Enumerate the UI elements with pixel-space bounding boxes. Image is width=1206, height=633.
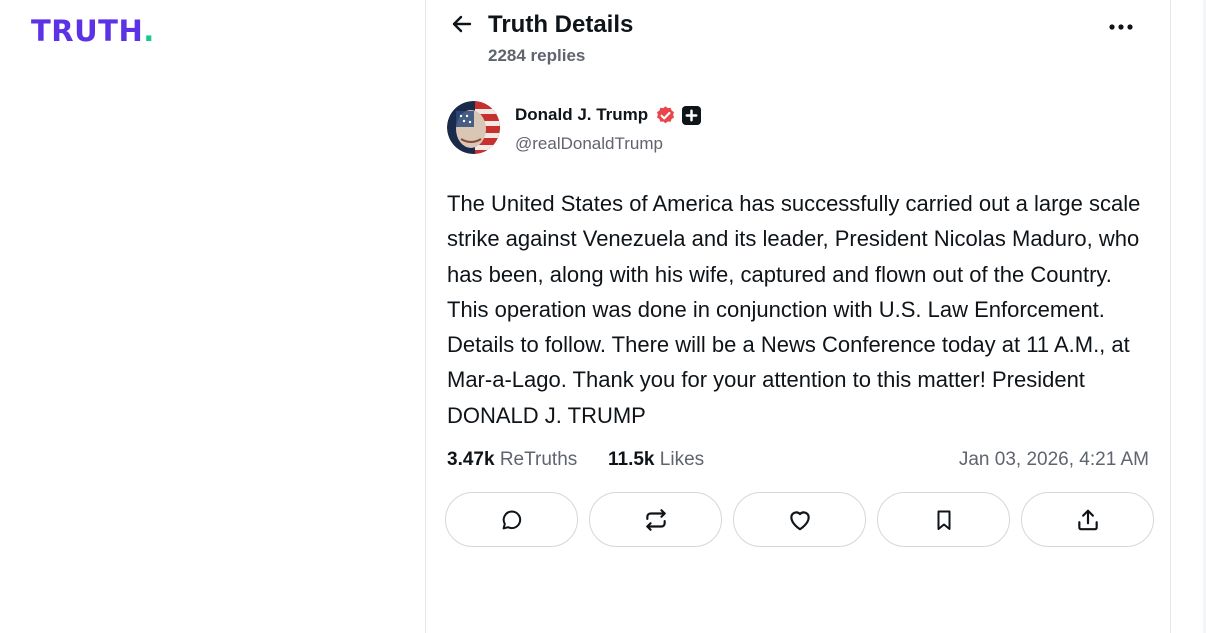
likes-count: 11.5k bbox=[608, 449, 655, 470]
bookmark-icon bbox=[937, 510, 950, 530]
heart-icon bbox=[789, 510, 810, 530]
logo-dot: . bbox=[143, 14, 155, 48]
more-options-button[interactable] bbox=[1104, 10, 1138, 44]
more-horizontal-icon bbox=[1109, 24, 1133, 30]
author-name[interactable]: Donald J. Trump bbox=[515, 104, 702, 126]
arrow-left-icon bbox=[452, 15, 472, 33]
main-column: Truth Details 2284 replies Donald J. Tru… bbox=[425, 0, 1171, 633]
verified-badge-icon bbox=[655, 105, 676, 126]
reply-button[interactable] bbox=[445, 492, 578, 547]
repost-icon bbox=[645, 508, 666, 531]
logo-text: TRUTH bbox=[31, 14, 144, 48]
chat-bubble-icon bbox=[502, 510, 521, 529]
post-timestamp: Jan 03, 2026, 4:21 AM bbox=[958, 449, 1149, 470]
page: TRUTH. Truth Details 2284 replies Donald… bbox=[0, 0, 1206, 633]
like-button[interactable] bbox=[733, 492, 866, 547]
author-name-text: Donald J. Trump bbox=[515, 105, 649, 124]
likes-stat[interactable]: 11.5k Likes bbox=[608, 447, 704, 473]
retruths-label: ReTruths bbox=[499, 449, 578, 470]
post-actions bbox=[445, 492, 1155, 548]
truth-plus-badge-icon bbox=[682, 105, 702, 125]
post-stats: 3.47k ReTruths 11.5k Likes Jan 03, 2026,… bbox=[447, 447, 1149, 473]
back-button[interactable] bbox=[448, 10, 476, 38]
author-avatar[interactable] bbox=[447, 101, 500, 154]
author-handle[interactable]: @realDonaldTrump bbox=[515, 133, 663, 155]
page-header: Truth Details 2284 replies bbox=[426, 0, 1170, 80]
post-body: The United States of America has success… bbox=[447, 191, 1141, 428]
retruth-button[interactable] bbox=[589, 492, 722, 547]
bookmark-button[interactable] bbox=[877, 492, 1010, 547]
share-icon bbox=[1077, 509, 1098, 530]
retruths-stat[interactable]: 3.47k ReTruths bbox=[447, 447, 577, 473]
replies-count: 2284 replies bbox=[488, 46, 586, 65]
share-button[interactable] bbox=[1021, 492, 1154, 547]
retruths-count: 3.47k bbox=[447, 449, 495, 470]
likes-label: Likes bbox=[659, 449, 705, 470]
truth-social-logo[interactable]: TRUTH. bbox=[31, 13, 155, 49]
page-title: Truth Details bbox=[488, 11, 634, 38]
